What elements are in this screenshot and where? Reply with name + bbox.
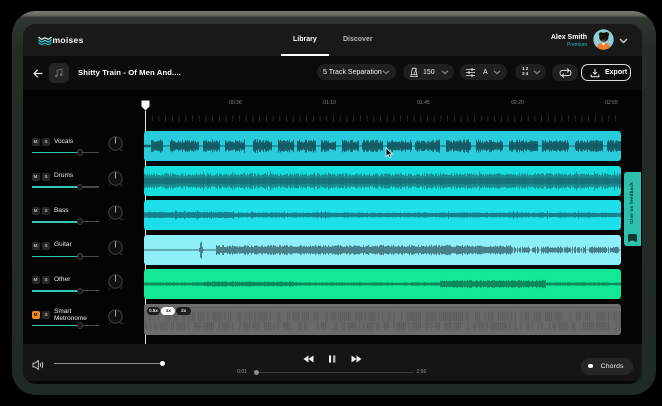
svg-text:L: L [108, 148, 110, 152]
svg-text:R: R [120, 217, 123, 221]
svg-text:R: R [120, 287, 123, 291]
svg-text:L: L [108, 252, 110, 256]
svg-text:R: R [120, 321, 123, 325]
svg-text:R: R [120, 252, 123, 256]
svg-text:L: L [108, 321, 110, 325]
svg-text:R: R [120, 148, 123, 152]
svg-text:R: R [120, 183, 123, 187]
svg-text:L: L [108, 287, 110, 291]
svg-text:L: L [108, 217, 110, 221]
svg-text:L: L [108, 183, 110, 187]
